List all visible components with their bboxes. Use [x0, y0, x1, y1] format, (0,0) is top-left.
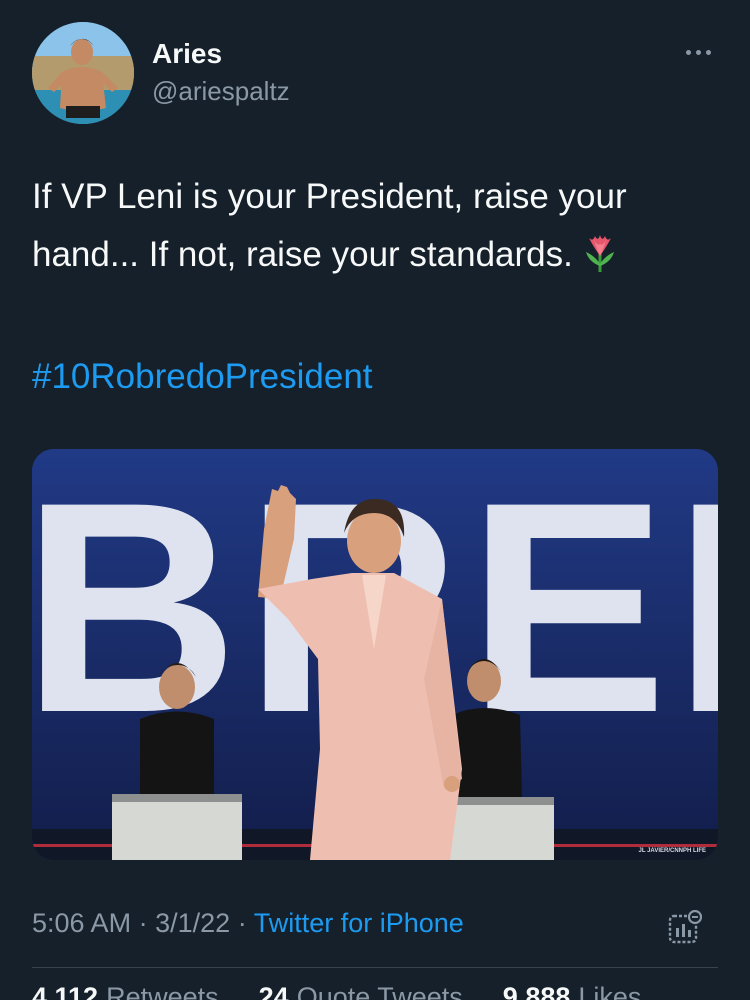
hashtag-link[interactable]: #10RobredoPresident — [32, 352, 373, 402]
tweet-time: 5:06 AM — [32, 908, 132, 938]
tweet-body: If VP Leni is your President, raise your… — [32, 177, 627, 274]
avatar[interactable] — [32, 22, 134, 124]
likes-stat[interactable]: 9,888 Likes — [503, 982, 642, 1000]
divider — [32, 967, 718, 968]
avatar-photo — [32, 22, 134, 124]
analytics-icon[interactable] — [668, 909, 703, 944]
tweet-media-photo[interactable]: BRED JL JAVIER/CNNPH LIFE — [32, 449, 718, 860]
meta-separator: · — [138, 908, 148, 938]
debate-photo: BRED JL JAVIER/CNNPH LIFE — [32, 449, 718, 860]
more-dot-icon — [685, 49, 691, 55]
tweet-source-link[interactable]: Twitter for iPhone — [254, 908, 464, 938]
retweets-stat[interactable]: 4,112 Retweets — [32, 982, 219, 1000]
tweet-meta: 5:06 AM · 3/1/22 · Twitter for iPhone — [32, 908, 464, 939]
more-dot-icon — [705, 49, 711, 55]
tweet-text: If VP Leni is your President, raise your… — [32, 168, 712, 290]
tulip-icon — [581, 232, 619, 290]
quote-tweets-stat[interactable]: 24 Quote Tweets — [259, 982, 463, 1000]
user-handle[interactable]: @ariespaltz — [152, 76, 290, 107]
photo-credit: JL JAVIER/CNNPH LIFE — [639, 848, 706, 854]
engagement-stats: 4,112 Retweets 24 Quote Tweets 9,888 Likes — [32, 982, 718, 1000]
more-dot-icon — [695, 49, 701, 55]
meta-separator: · — [237, 908, 247, 938]
tweet-date: 3/1/22 — [155, 908, 231, 938]
more-options-button[interactable] — [676, 38, 720, 66]
display-name[interactable]: Aries — [152, 38, 222, 70]
